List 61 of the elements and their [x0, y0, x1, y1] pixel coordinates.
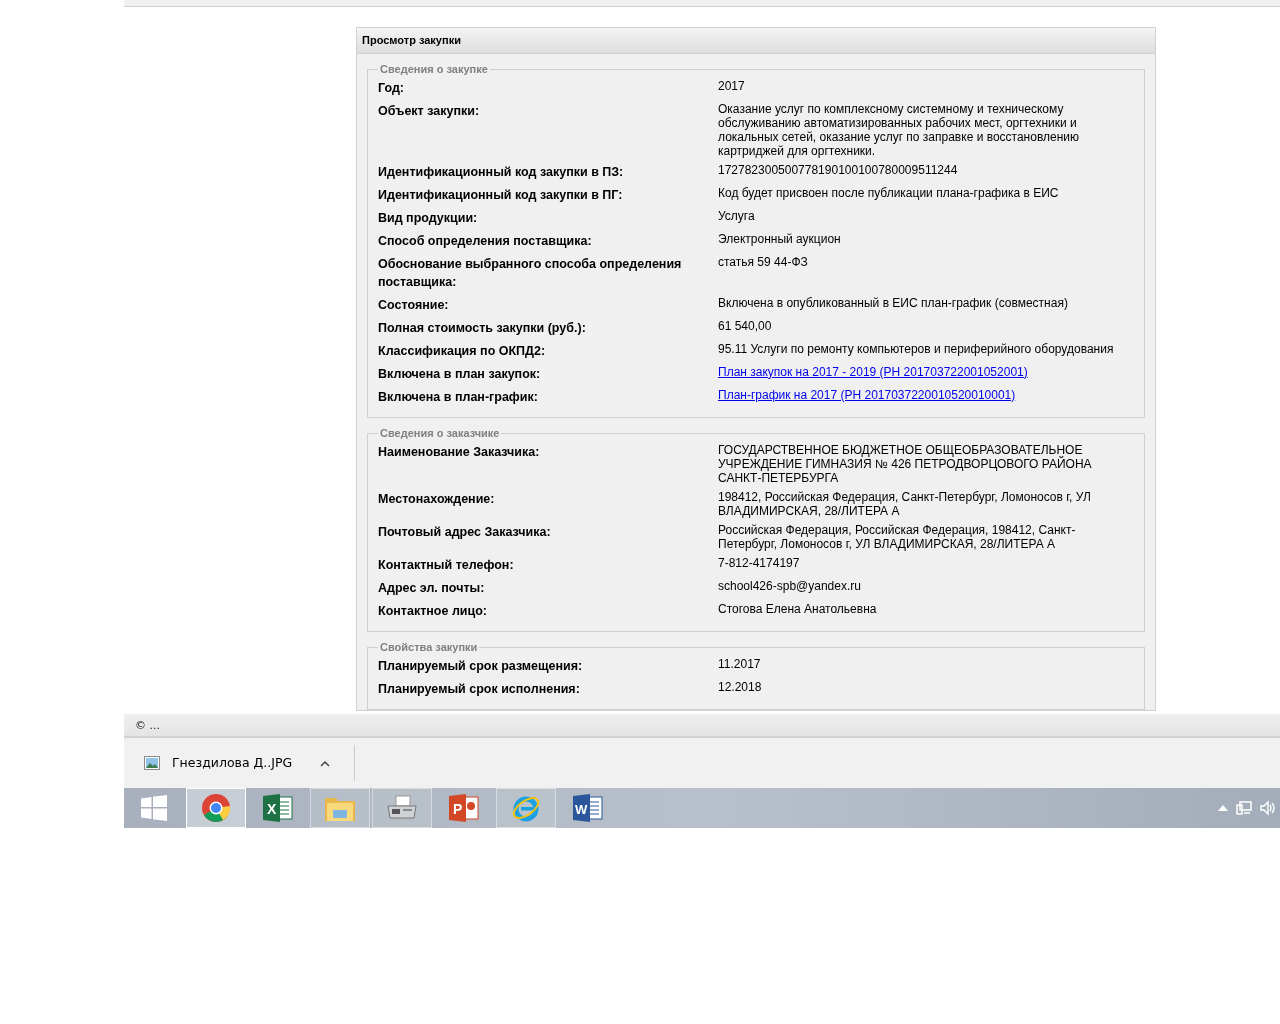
- field-label: Контактный телефон:: [378, 556, 515, 574]
- field-label: Способ определения поставщика:: [378, 232, 593, 250]
- image-file-icon: [144, 756, 160, 770]
- field-label: Включена в план закупок:: [378, 365, 542, 383]
- section-legend: Сведения о заказчике: [378, 427, 502, 439]
- field-label: Контактное лицо:: [378, 602, 488, 620]
- taskbar-app[interactable]: [496, 788, 556, 828]
- chrome-logo-icon: [201, 793, 231, 823]
- section-legend: Свойства закупки: [378, 641, 480, 653]
- plan-link[interactable]: План-график на 2017 (РН 2017037220010520010001): [718, 387, 1016, 402]
- field-value: Оказание услуг по комплексному системному и техническому обслуживанию автоматизированных рабочих мест, оргтехники и локальных сетей, оказание услуг по заправке и восстановлению картриджей для оргтехники.: [718, 101, 1081, 158]
- field-label: Объект закупки:: [378, 102, 481, 120]
- field-value: 2017: [718, 78, 746, 95]
- field-value: Электронный аукцион: [718, 231, 842, 248]
- field-label: Адрес эл. почты:: [378, 579, 486, 597]
- field-value: Включена в опубликованный в ЕИС план-график (совместная): [718, 295, 1069, 312]
- taskbar-app[interactable]: [186, 788, 246, 828]
- field-value: 61 540,00: [718, 318, 773, 335]
- show-hidden-icons-icon[interactable]: [1218, 805, 1228, 811]
- field-label: Планируемый срок исполнения:: [378, 680, 581, 698]
- speaker-icon[interactable]: [1260, 800, 1276, 816]
- field-label: Идентификационный код закупки в ПГ:: [378, 186, 624, 204]
- field-label: Состояние:: [378, 296, 450, 314]
- field-label: Год:: [378, 79, 406, 97]
- download-filename: Гнездилова Д..JPG: [172, 753, 293, 772]
- field-label: Включена в план-график:: [378, 388, 539, 406]
- field-label: Обоснование выбранного способа определения поставщика:: [378, 255, 683, 291]
- field-value: 11.2017: [718, 656, 762, 673]
- network-icon[interactable]: [1236, 800, 1252, 816]
- field-value: 198412, Российская Федерация, Санкт-Петербург, Ломоносов г, УЛ ВЛАДИМИРСКАЯ, 28/ЛИТЕРА А: [718, 489, 1092, 518]
- field-value: 7-812-4174197: [718, 555, 801, 572]
- field-value: 12.2018: [718, 679, 763, 696]
- status-text: © ...: [135, 719, 160, 732]
- field-value: статья 59 44-ФЗ: [718, 254, 809, 271]
- chevron-up-icon: [320, 759, 330, 767]
- field-value: Российская Федерация, Российская Федерация, 198412, Санкт-Петербург, Ломоносов г, УЛ ВЛАДИМИРСКАЯ, 28/ЛИТЕРА А: [718, 522, 1077, 551]
- field-label: Вид продукции:: [378, 209, 479, 227]
- panel-title: Просмотр закупки: [357, 28, 1155, 54]
- fax-machine-icon: [386, 794, 418, 822]
- taskbar-app[interactable]: [372, 788, 432, 828]
- field-label: Полная стоимость закупки (руб.):: [378, 319, 587, 337]
- field-label: Идентификационный код закупки в ПЗ:: [378, 163, 625, 181]
- field-label: Местонахождение:: [378, 490, 496, 508]
- field-value: school426-spb@yandex.ru: [718, 578, 862, 595]
- taskbar-app[interactable]: P: [434, 788, 494, 828]
- windows-logo-icon: [141, 795, 167, 821]
- field-value: Код будет присвоен после публикации плана-графика в ЕИС: [718, 185, 1060, 202]
- field-value: Услуга: [718, 208, 756, 225]
- field-value: 172782300500778190100100780009511244: [718, 162, 959, 179]
- plan-link[interactable]: План закупок на 2017 - 2019 (РН 201703722001052001): [718, 364, 1028, 379]
- field-label: Почтовый адрес Заказчика:: [378, 523, 552, 541]
- section-legend: Сведения о закупке: [378, 63, 490, 75]
- field-value: 95.11 Услуги по ремонту компьютеров и периферийного оборудования: [718, 341, 1115, 358]
- field-label: Планируемый срок размещения:: [378, 657, 584, 675]
- download-item[interactable]: Гнездилова Д..JPG: [124, 745, 355, 781]
- taskbar-app[interactable]: X: [248, 788, 308, 828]
- field-label: Классификация по ОКПД2:: [378, 342, 547, 360]
- field-value: ГОСУДАРСТВЕННОЕ БЮДЖЕТНОЕ ОБЩЕОБРАЗОВАТЕЛЬНОЕ УЧРЕЖДЕНИЕ ГИМНАЗИЯ № 426 ПЕТРОДВОРЦОВОГО РАЙОНА САНКТ-ПЕТЕРБУРГА: [718, 442, 1093, 485]
- field-value: Стогова Елена Анатольевна: [718, 601, 878, 618]
- field-label: Наименование Заказчика:: [378, 443, 541, 461]
- taskbar-app[interactable]: W: [558, 788, 618, 828]
